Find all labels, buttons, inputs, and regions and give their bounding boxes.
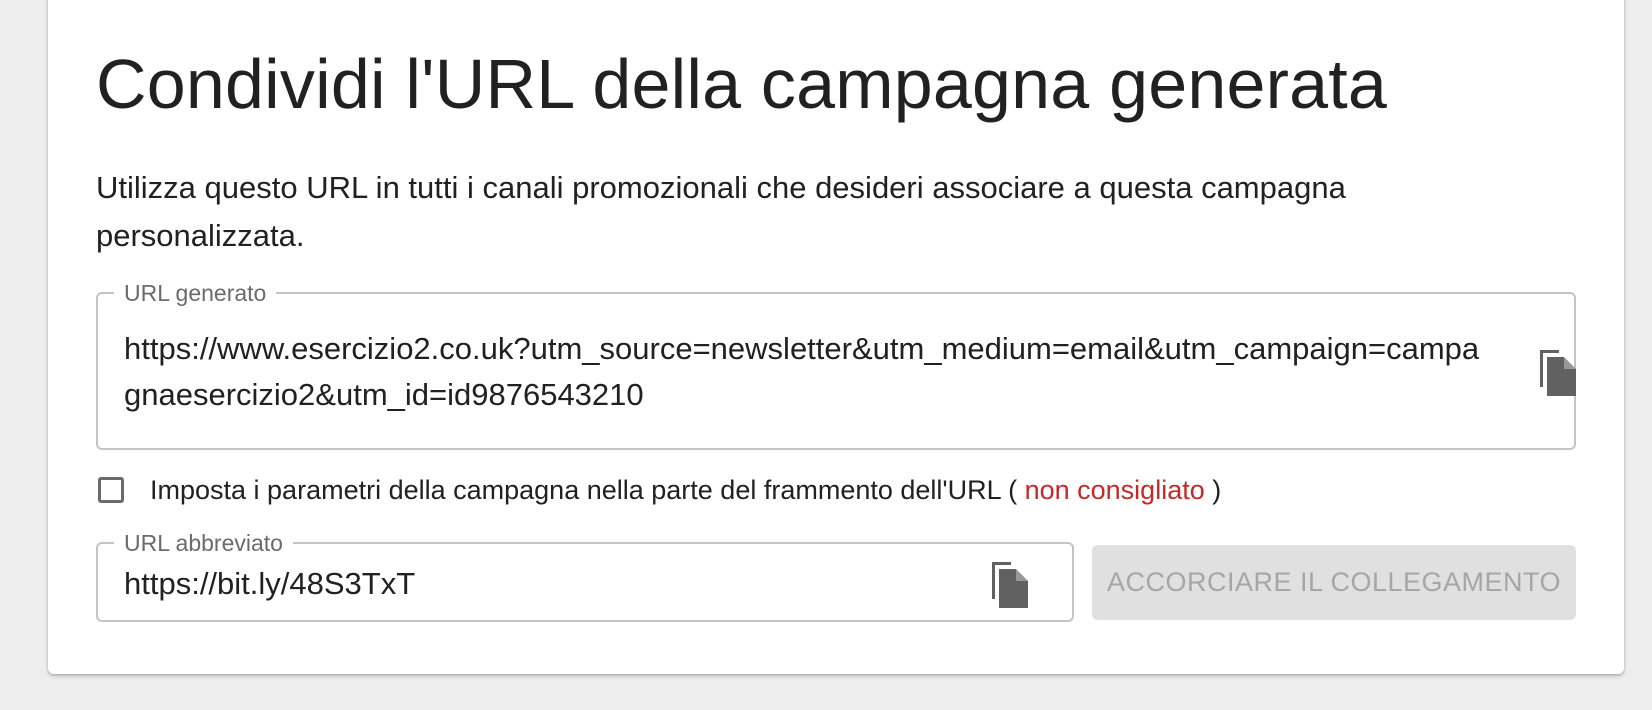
- copy-short-url-button[interactable]: [986, 560, 1030, 610]
- not-recommended-warning: non consigliato: [1024, 474, 1205, 505]
- fragment-checkbox-label: Imposta i parametri della campagna nella…: [150, 475, 1221, 506]
- shorten-link-button[interactable]: ACCORCIARE IL COLLEGAMENTO: [1092, 545, 1576, 620]
- fragment-label-suffix: ): [1212, 474, 1222, 505]
- copy-icon: [992, 562, 1028, 608]
- generated-url-value[interactable]: https://www.esercizio2.co.uk?utm_source=…: [124, 326, 1484, 418]
- generated-url-field[interactable]: URL generato https://www.esercizio2.co.u…: [96, 279, 1578, 450]
- generated-url-label: URL generato: [114, 279, 277, 307]
- page-description: Utilizza questo URL in tutti i canali pr…: [96, 170, 1346, 253]
- short-url-label: URL abbreviato: [114, 529, 293, 557]
- fragment-checkbox[interactable]: [98, 477, 124, 503]
- copy-generated-url-button[interactable]: [1534, 348, 1578, 398]
- short-url-field[interactable]: URL abbreviato https://bit.ly/48S3TxT: [96, 529, 1074, 622]
- share-url-card: Condividi l'URL della campagna generata …: [48, 0, 1624, 674]
- short-url-value[interactable]: https://bit.ly/48S3TxT: [124, 561, 944, 607]
- fragment-option-row: Imposta i parametri della campagna nella…: [96, 470, 1221, 510]
- copy-icon: [1540, 350, 1576, 396]
- fragment-label-prefix: Imposta i parametri della campagna nella…: [150, 474, 1018, 505]
- page-title: Condividi l'URL della campagna generata: [96, 45, 1388, 123]
